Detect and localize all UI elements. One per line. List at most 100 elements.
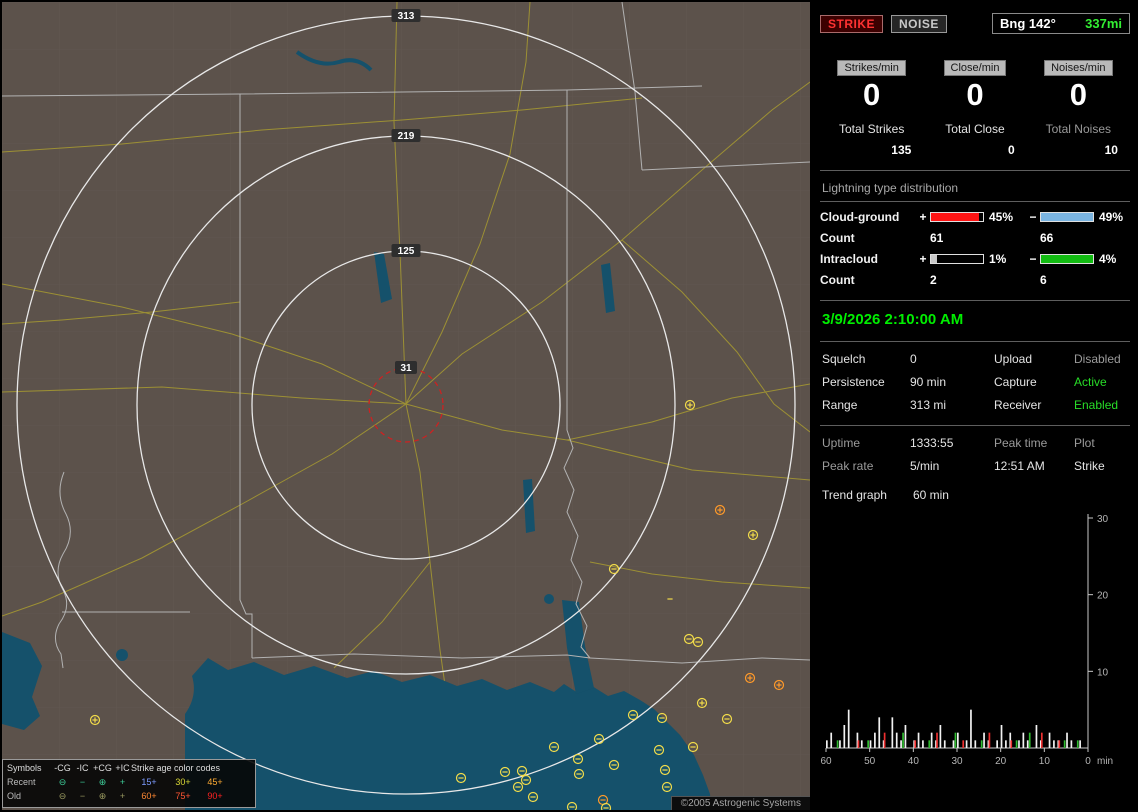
info-cell: Uptime [822,436,910,450]
legend-cell: − [74,790,91,804]
total-label: Total Noises [1046,122,1111,136]
separator [820,341,1130,342]
info-cell: Upload [994,352,1074,366]
map-canvas[interactable]: 313 219 125 31 [2,2,810,810]
distribution-bar [1040,212,1094,222]
legend-cell: ⊖ [51,790,74,804]
info-cell: 313 mi [910,398,994,412]
legend-cell: Recent [7,776,51,790]
svg-text:313: 313 [398,11,415,22]
legend-cell: -IC [74,762,91,776]
svg-text:30: 30 [1097,514,1109,525]
rate-value: 0 [863,79,880,112]
svg-text:20: 20 [995,756,1007,767]
legend-cell: 30+ [167,776,199,790]
info-cell: Squelch [822,352,910,366]
info-cell: 0 [910,352,994,366]
legend-cell: 60+ [131,790,167,804]
legend-cell: + [114,776,131,790]
rate-chip[interactable]: Close/min [944,60,1007,76]
svg-text:20: 20 [1097,590,1109,601]
bearing-label: Bng 142° [1000,16,1056,31]
svg-text:0: 0 [1085,756,1091,767]
svg-text:50: 50 [864,756,876,767]
info-cell: Capture [994,375,1074,389]
total-label: Total Close [945,122,1004,136]
info-cell: 5/min [910,459,994,473]
rate-column: Close/min0Total Close0 [923,60,1026,157]
distribution-row: Cloud-ground+45%−49% [820,210,1130,224]
info-cell: Persistence [822,375,910,389]
status-panel: STRIKE NOISE Bng 142° 337mi Strikes/min 0… [812,0,1138,812]
info-cell: Active [1074,375,1130,389]
lightning-map[interactable]: 31321912531 Symbols-CG-IC+CG+ICStrike ag… [2,2,810,810]
info-cell: Receiver [994,398,1074,412]
mode-row: STRIKE NOISE Bng 142° 337mi [820,13,1130,34]
legend-cell: 45+ [199,776,231,790]
distribution-title: Lightning type distribution [820,181,1130,195]
svg-text:10: 10 [1039,756,1051,767]
info-cell: 90 min [910,375,994,389]
distribution-bar [930,212,984,222]
total-label: Total Strikes [839,122,904,136]
legend-cell: − [74,776,91,790]
info-cell: 12:51 AM [994,459,1074,473]
svg-text:40: 40 [908,756,920,767]
count-row: Count6166 [820,231,1130,245]
info-cell: 1333:55 [910,436,994,450]
uptime-grid: Uptime1333:55Peak timePlot Peak rate5/min… [820,436,1130,473]
ring-label-31: 31 [395,361,417,374]
trend-title: Trend graph [822,488,887,502]
svg-text:219: 219 [398,131,415,142]
separator [820,300,1130,301]
trend-chart: 3020106050403020100min [820,508,1130,770]
legend-cell: 15+ [131,776,167,790]
timestamp: 3/9/2026 2:10:00 AM [820,311,1130,328]
svg-text:125: 125 [398,246,415,257]
distribution-bar [930,254,984,264]
ring-label-219: 219 [392,129,421,142]
legend-cell: Old [7,790,51,804]
info-cell: Enabled [1074,398,1130,412]
rate-chip[interactable]: Strikes/min [837,60,905,76]
info-cell: Range [822,398,910,412]
distribution-row: Intracloud+1%−4% [820,252,1130,266]
noise-button[interactable]: NOISE [891,15,947,33]
separator [820,425,1130,426]
nexstorm-window: 31321912531 Symbols-CG-IC+CG+ICStrike ag… [0,0,1138,812]
legend-cell: +IC [114,762,131,776]
distribution-bar [1040,254,1094,264]
legend-cell: ⊕ [91,790,114,804]
legend-cell: +CG [91,762,114,776]
copyright: ©2005 Astrogenic Systems [671,796,810,810]
trend-graph-label: Trend graph 60 min [820,473,1130,504]
legend-cell: -CG [51,762,74,776]
info-cell: Strike [1074,459,1130,473]
distribution-section: Cloud-ground+45%−49% Count6166 Intracloud+… [820,210,1130,287]
svg-text:10: 10 [1097,667,1109,678]
legend-cell: ⊕ [91,776,114,790]
rate-value: 0 [1070,79,1087,112]
ring-label-125: 125 [392,244,421,257]
bearing-distance: 337mi [1085,16,1122,31]
rate-value: 0 [966,79,983,112]
info-cell: Disabled [1074,352,1130,366]
rates-section: Strikes/min0Total Strikes135Close/min0To… [820,60,1130,157]
legend-cell: 75+ [167,790,199,804]
info-cell: Peak rate [822,459,910,473]
ring-label-313: 313 [392,9,421,22]
strike-button[interactable]: STRIKE [820,15,883,33]
status-grid: Squelch0UploadDisabled Persistence90 minC… [820,352,1130,412]
svg-text:min: min [1097,756,1113,767]
bearing-readout: Bng 142° 337mi [992,13,1130,34]
svg-text:30: 30 [951,756,963,767]
legend-cell: 90+ [199,790,231,804]
count-row: Count26 [820,273,1130,287]
rate-chip[interactable]: Noises/min [1044,60,1112,76]
info-cell: Peak time [994,436,1074,450]
legend-cell: Strike age color codes [131,762,231,776]
legend-cell: + [114,790,131,804]
svg-text:31: 31 [400,363,412,374]
map-legend: Symbols-CG-IC+CG+ICStrike age color code… [2,759,256,808]
info-cell: Plot [1074,436,1130,450]
